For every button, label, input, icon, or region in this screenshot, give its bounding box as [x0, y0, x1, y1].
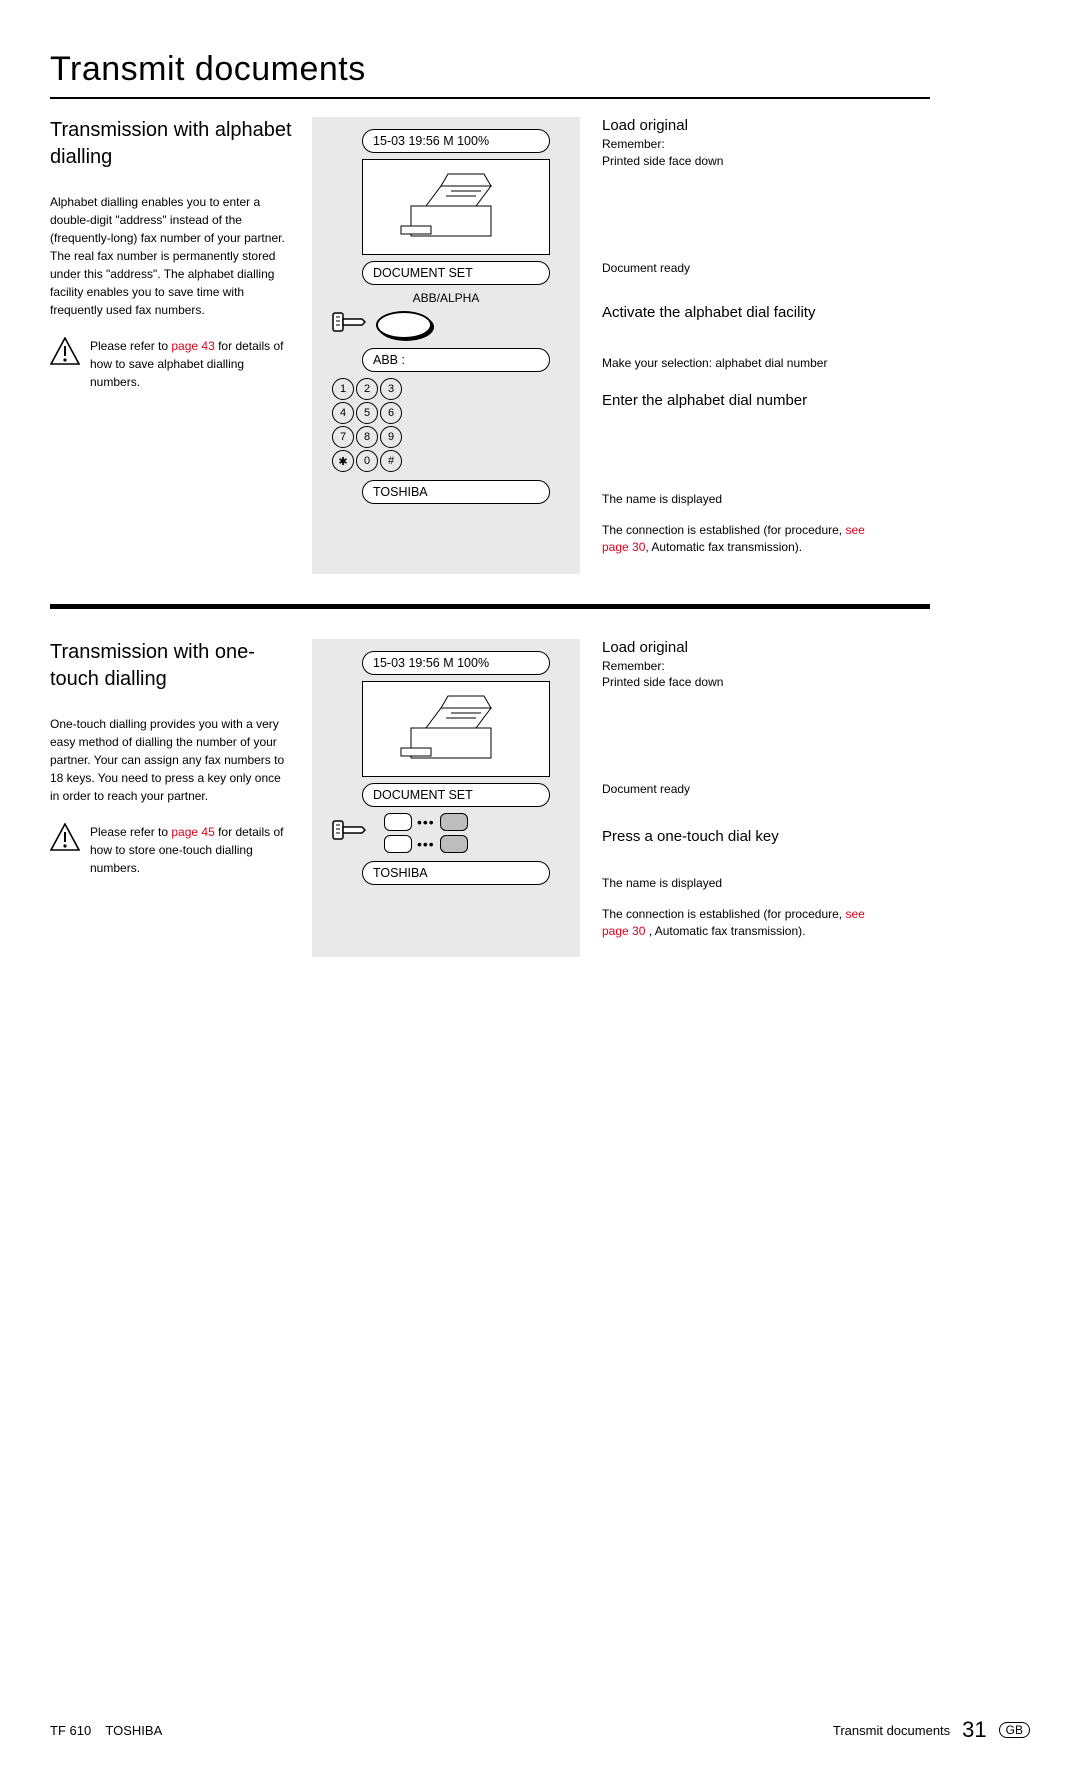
- r2-name-displayed: The name is displayed: [602, 875, 890, 892]
- key-6[interactable]: 6: [380, 402, 402, 424]
- lcd-display-name-2: TOSHIBA: [362, 861, 550, 885]
- dots-icon: •••: [417, 817, 435, 827]
- section1-body: Alphabet dialling enables you to enter a…: [50, 193, 292, 319]
- lcd-display-docset: DOCUMENT SET: [362, 261, 550, 285]
- r2-5-pre: The connection is established (for proce…: [602, 907, 845, 921]
- onetouch-keys: ••• •••: [384, 813, 468, 853]
- key-8[interactable]: 8: [356, 426, 378, 448]
- footer-model: TF 610: [50, 1723, 91, 1738]
- lcd-display-time-2: 15-03 19:56 M 100%: [362, 651, 550, 675]
- r2-remember: Remember:: [602, 658, 890, 675]
- abb-alpha-label: ABB/ALPHA: [322, 291, 570, 305]
- key-7[interactable]: 7: [332, 426, 354, 448]
- section1-heading: Transmission with alphabet dialling: [50, 117, 292, 171]
- key-5[interactable]: 5: [356, 402, 378, 424]
- title-rule: [50, 97, 930, 99]
- fax-machine-illustration-2: [362, 681, 550, 777]
- page-footer: TF 610 TOSHIBA Transmit documents 31 GB: [50, 1717, 1030, 1743]
- key-2[interactable]: 2: [356, 378, 378, 400]
- r2-connection-established: The connection is established (for proce…: [602, 906, 890, 940]
- section1-note: Please refer to page 43 for details of h…: [90, 337, 292, 391]
- r-enter-alpha: Enter the alphabet dial number: [602, 392, 890, 409]
- section-divider: [50, 604, 930, 609]
- page-number: 31: [962, 1717, 986, 1743]
- key-0[interactable]: 0: [356, 450, 378, 472]
- r7-post: , Automatic fax transmission).: [645, 540, 802, 554]
- language-badge: GB: [999, 1722, 1030, 1738]
- onetouch-key[interactable]: [384, 813, 412, 831]
- key-3[interactable]: 3: [380, 378, 402, 400]
- onetouch-key[interactable]: [440, 835, 468, 853]
- footer-section: Transmit documents: [833, 1723, 950, 1738]
- r-printed-side: Printed side face down: [602, 153, 890, 170]
- dots-icon: •••: [417, 839, 435, 849]
- warning-icon: [50, 823, 80, 851]
- warning-icon: [50, 337, 80, 365]
- numeric-keypad: 1 2 3 4 5 6 7 8 9 ✱ 0 #: [332, 378, 570, 472]
- page-45-link[interactable]: page 45: [171, 825, 214, 839]
- pointing-hand-icon: [332, 817, 366, 848]
- r2-printed-side: Printed side face down: [602, 674, 890, 691]
- r2-press-onetouch: Press a one-touch dial key: [602, 828, 890, 845]
- r-remember: Remember:: [602, 136, 890, 153]
- section2-heading: Transmission with one-touch dialling: [50, 639, 292, 693]
- page-title: Transmit documents: [50, 50, 930, 89]
- r2-load-original: Load original: [602, 639, 890, 656]
- r-activate-alpha: Activate the alphabet dial facility: [602, 304, 890, 321]
- r-load-original: Load original: [602, 117, 890, 134]
- note-pre: Please refer to: [90, 339, 171, 353]
- onetouch-key[interactable]: [440, 813, 468, 831]
- key-9[interactable]: 9: [380, 426, 402, 448]
- pointing-hand-icon: [332, 309, 366, 340]
- key-4[interactable]: 4: [332, 402, 354, 424]
- footer-brand: TOSHIBA: [105, 1723, 162, 1738]
- section-onetouch-dialling: Transmission with one-touch dialling One…: [50, 639, 930, 958]
- lcd-display-name: TOSHIBA: [362, 480, 550, 504]
- lcd-display-abb: ABB :: [362, 348, 550, 372]
- section2-note: Please refer to page 45 for details of h…: [90, 823, 292, 877]
- fax-machine-illustration: [362, 159, 550, 255]
- abb-alpha-button[interactable]: [376, 311, 432, 339]
- onetouch-key[interactable]: [384, 835, 412, 853]
- key-hash[interactable]: #: [380, 450, 402, 472]
- key-1[interactable]: 1: [332, 378, 354, 400]
- r2-doc-ready: Document ready: [602, 781, 890, 798]
- r7-pre: The connection is established (for proce…: [602, 523, 845, 537]
- section-alphabet-dialling: Transmission with alphabet dialling Alph…: [50, 117, 930, 574]
- r-name-displayed: The name is displayed: [602, 491, 890, 508]
- lcd-display-docset-2: DOCUMENT SET: [362, 783, 550, 807]
- note2-pre: Please refer to: [90, 825, 171, 839]
- r2-5-post: , Automatic fax transmission).: [645, 924, 805, 938]
- r-make-selection: Make your selection: alphabet dial numbe…: [602, 355, 890, 372]
- section2-body: One-touch dialling provides you with a v…: [50, 715, 292, 805]
- lcd-display-time: 15-03 19:56 M 100%: [362, 129, 550, 153]
- r-doc-ready: Document ready: [602, 260, 890, 277]
- r-connection-established: The connection is established (for proce…: [602, 522, 890, 556]
- key-star[interactable]: ✱: [332, 450, 354, 472]
- page-43-link[interactable]: page 43: [171, 339, 214, 353]
